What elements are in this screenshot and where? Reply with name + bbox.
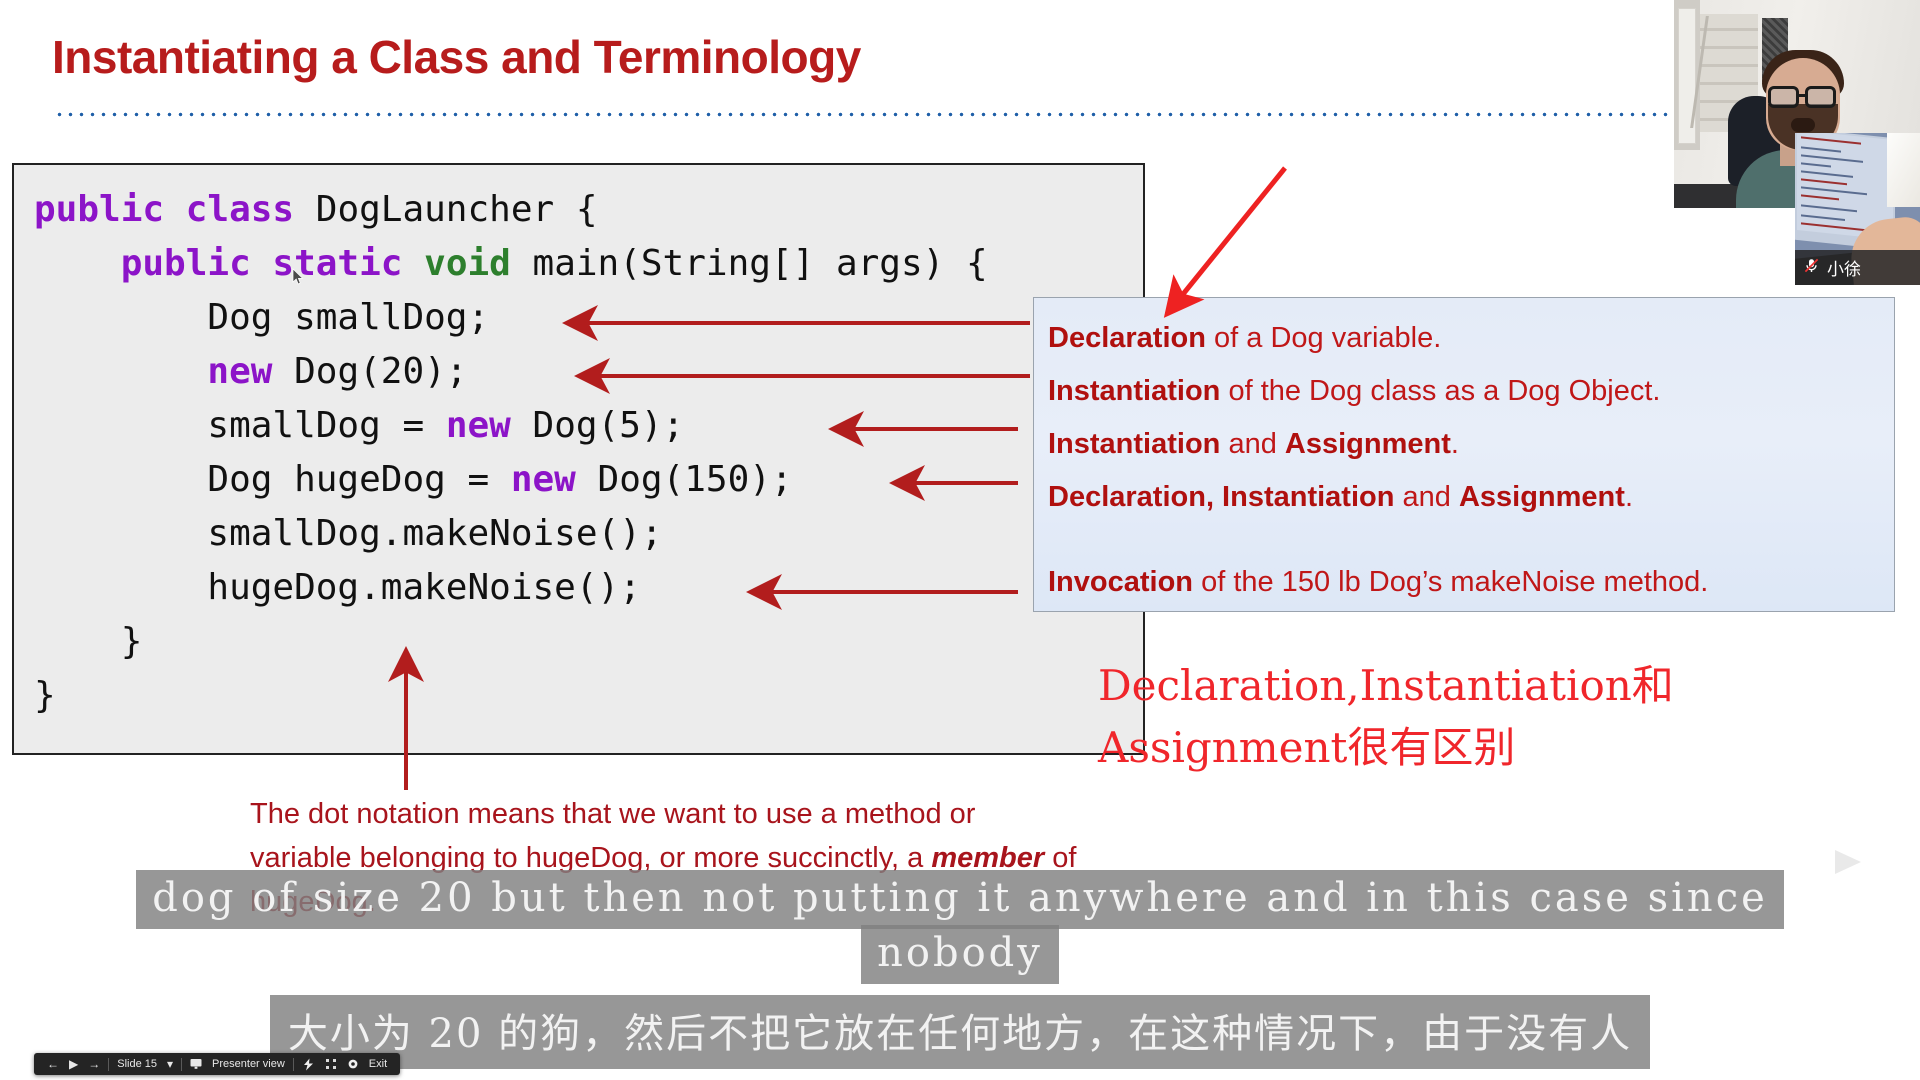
toolbar-divider-3 [292, 1057, 294, 1071]
callout-line: Declaration, Instantiation and Assignmen… [1048, 471, 1888, 524]
callout-text: of a Dog variable. [1205, 322, 1442, 354]
code-token: Dog(5); [532, 405, 685, 446]
callout-line: Instantiation and Assignment. [1048, 418, 1888, 471]
title-divider [54, 112, 1668, 117]
subtitle-english-line1-wrap: dog of size 20 but then not putting it a… [0, 870, 1920, 929]
toolbar-divider-2 [181, 1057, 183, 1071]
microphone-muted-icon [1803, 257, 1820, 279]
code-line: smallDog.makeNoise(); [34, 507, 1143, 561]
code-line: public class DogLauncher { [34, 183, 1143, 237]
callout-text: . [1624, 481, 1633, 513]
code-token: public static [34, 243, 425, 284]
terminology-callout-box: Declaration of a Dog variable. Instantiat… [1033, 297, 1895, 612]
video-player-logo-icon [1795, 812, 1891, 900]
callout-term: Declaration, Instantiation [1048, 481, 1395, 513]
code-token: new [445, 405, 533, 446]
callout-text: and [1220, 428, 1285, 460]
code-token: DogLauncher { [315, 189, 598, 230]
subtitle-english-line1: dog of size 20 but then not putting it a… [136, 870, 1784, 929]
grid-view-icon[interactable] [320, 1058, 342, 1070]
callout-line: Declaration of a Dog variable. [1048, 312, 1888, 365]
code-token: new [34, 351, 295, 392]
play-slideshow-button[interactable]: ▶ [64, 1058, 83, 1070]
presenter-toolbar[interactable]: ← ▶ → Slide 15 ▾ Presenter view Exit [34, 1053, 401, 1075]
callout-text: of the 150 lb Dog’s makeNoise method. [1193, 566, 1709, 598]
mouse-cursor-icon [292, 268, 304, 286]
callout-term: Declaration [1048, 322, 1206, 354]
chinese-annotation-line1: Declaration,Instantiation和 [1098, 661, 1674, 710]
code-token: Dog smallDog; [34, 297, 490, 338]
code-token: void [424, 243, 533, 284]
slide-number-label[interactable]: Slide 15 [112, 1058, 162, 1070]
subtitle-chinese: 大小为 20 的狗，然后不把它放在任何地方，在这种情况下，由于没有人 [269, 995, 1651, 1069]
code-token: Dog hugeDog = [34, 459, 511, 500]
code-line: smallDog = new Dog(5); [34, 399, 1143, 453]
next-slide-button[interactable]: → [83, 1058, 105, 1070]
exit-button[interactable]: Exit [364, 1058, 392, 1070]
subtitle-english-line2: nobody [861, 925, 1059, 984]
callout-term: Instantiation [1048, 428, 1221, 460]
page-title: Instantiating a Class and Terminology [52, 31, 861, 83]
code-token: smallDog.makeNoise(); [34, 513, 663, 554]
code-line: new Dog(20); [34, 345, 1143, 399]
callout-line: Invocation of the 150 lb Dog’s makeNoise… [1048, 556, 1888, 609]
prev-slide-button[interactable]: ← [42, 1058, 64, 1070]
code-token: smallDog = [34, 405, 446, 446]
code-token: public class [34, 189, 316, 230]
code-block: public class DogLauncher { public static… [12, 163, 1145, 755]
callout-term: Instantiation [1048, 375, 1221, 407]
code-line: Dog hugeDog = new Dog(150); [34, 453, 1143, 507]
subtitle-english-line2-wrap: nobody [0, 925, 1920, 984]
chinese-annotation: Declaration,Instantiation和 Assignment很有区… [1098, 655, 1908, 779]
code-token: Dog(150); [597, 459, 793, 500]
laser-pointer-icon[interactable] [297, 1058, 320, 1071]
code-token: } [34, 675, 56, 716]
code-line: Dog smallDog; [34, 291, 1143, 345]
callout-text: and [1394, 481, 1459, 513]
callout-spacer [1048, 524, 1888, 556]
code-line: public static void main(String[] args) { [34, 237, 1143, 291]
code-token: } [34, 621, 143, 662]
callout-term: Invocation [1048, 566, 1194, 598]
code-token: hugeDog.makeNoise(); [34, 567, 641, 608]
code-token: new [510, 459, 598, 500]
callout-line: Instantiation of the Dog class as a Dog … [1048, 365, 1888, 418]
code-line: hugeDog.makeNoise(); [34, 561, 1143, 615]
participant-name: 小徐 [1827, 260, 1861, 280]
dot-note-part1: The dot notation means that we want to u… [250, 798, 976, 874]
callout-term: Assignment [1284, 428, 1451, 460]
code-token: main(String[] args) { [532, 243, 988, 284]
monitor-icon [185, 1058, 207, 1070]
chinese-annotation-line2: Assignment很有区别 [1098, 723, 1516, 772]
webcam-participant-label: 小徐 [1795, 250, 1920, 285]
gear-icon[interactable] [342, 1058, 364, 1070]
toolbar-divider-1 [108, 1057, 110, 1071]
presenter-view-button[interactable]: Presenter view [207, 1058, 290, 1070]
callout-text: . [1450, 428, 1459, 460]
callout-text: of the Dog class as a Dog Object. [1220, 375, 1661, 407]
code-token: Dog(20); [294, 351, 468, 392]
chevron-down-icon[interactable]: ▾ [162, 1058, 178, 1070]
code-line: } [34, 669, 1143, 723]
code-line: } [34, 615, 1143, 669]
callout-term: Assignment [1458, 481, 1625, 513]
